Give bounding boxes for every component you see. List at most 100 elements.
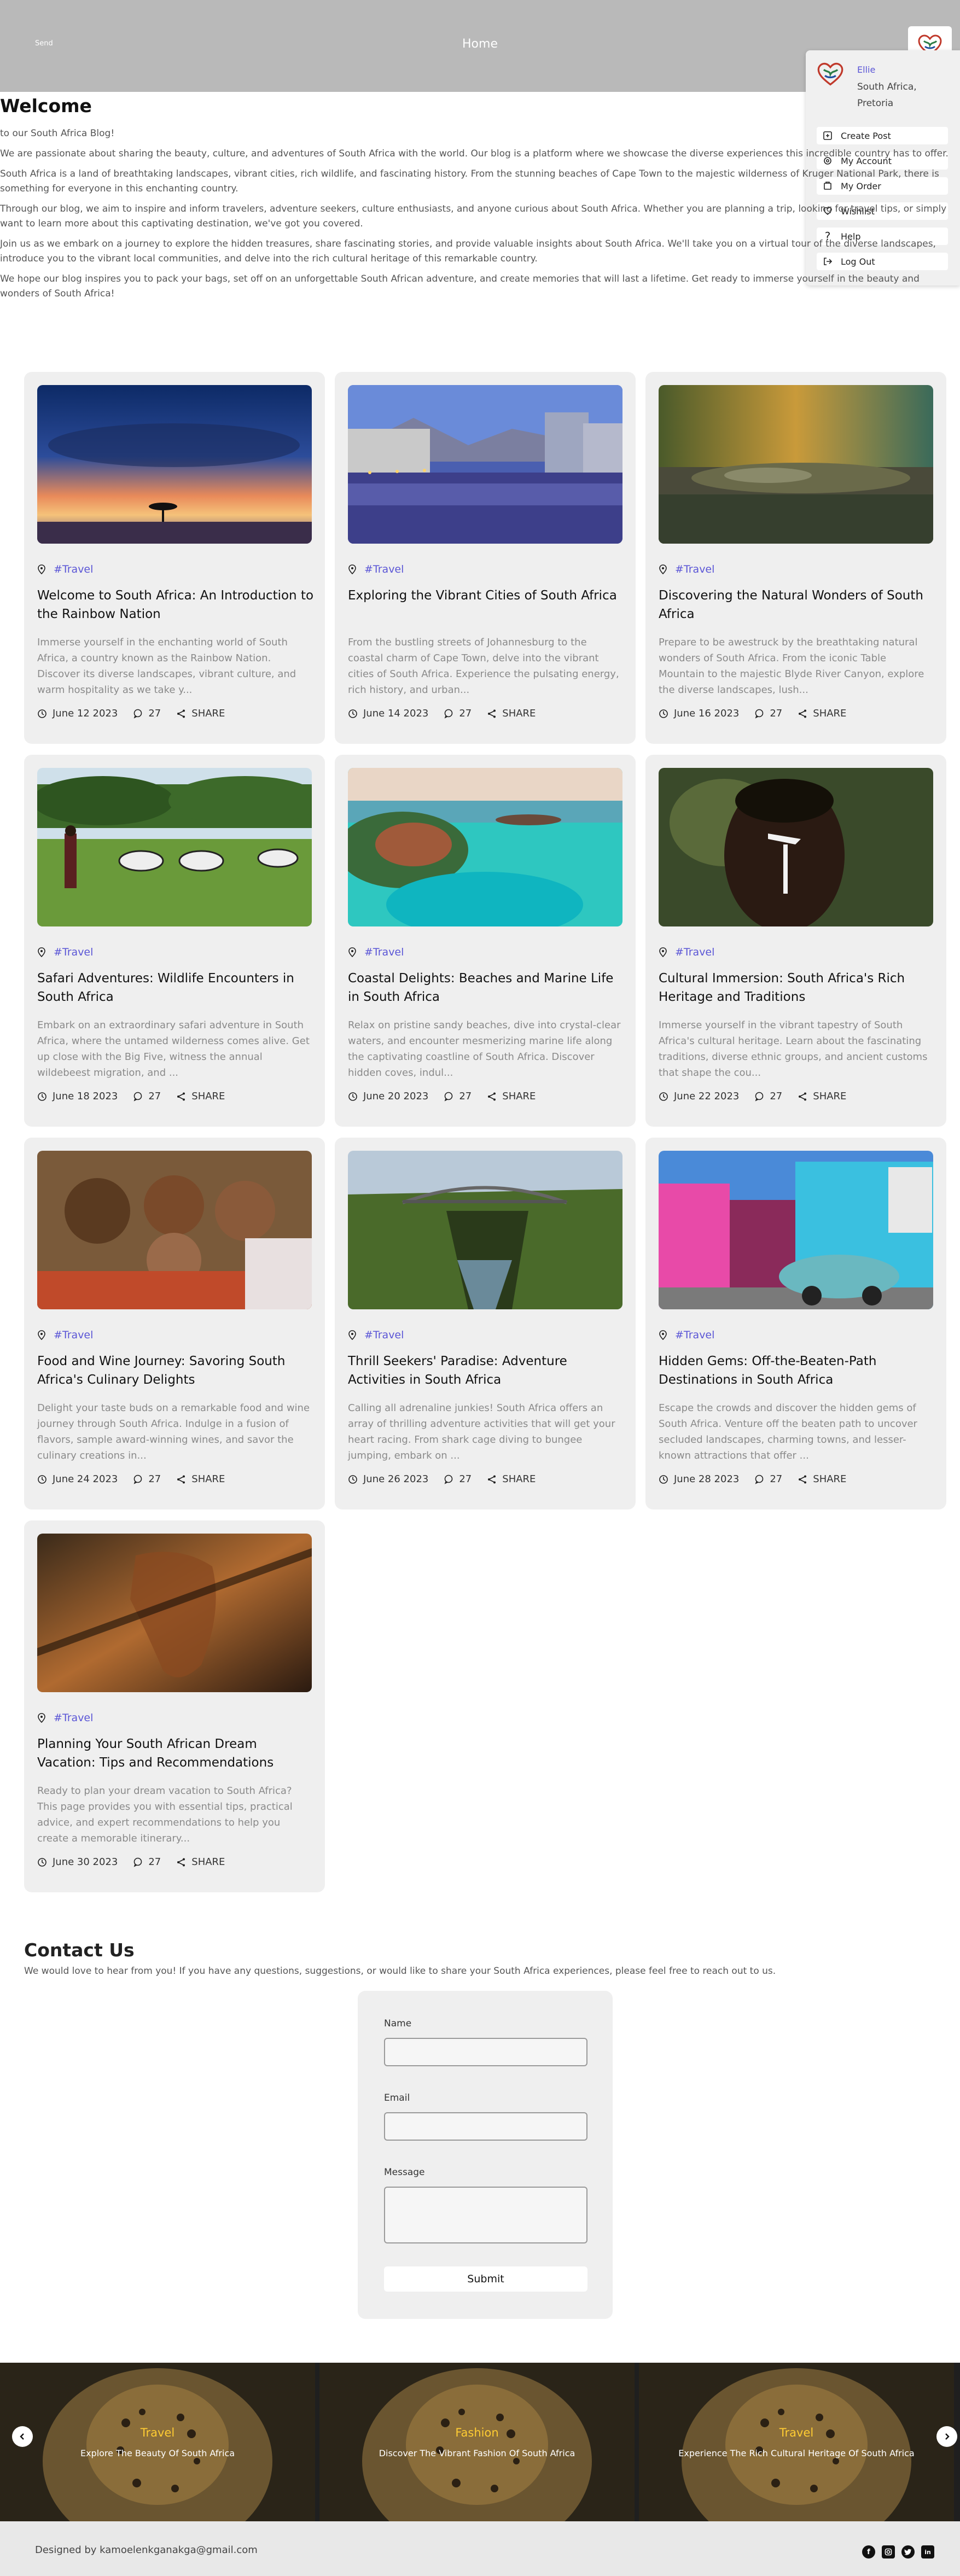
post-image[interactable]	[348, 768, 622, 926]
blog-post-card[interactable]: #Travel Welcome to South Africa: An Intro…	[24, 372, 325, 744]
share-icon[interactable]	[798, 1475, 807, 1484]
post-share-label[interactable]: SHARE	[813, 1473, 846, 1485]
email-field[interactable]	[384, 2112, 587, 2141]
post-comment-count: 27	[770, 708, 783, 719]
blog-post-card[interactable]: #Travel Safari Adventures: Wildlife Encou…	[24, 755, 325, 1127]
facebook-icon[interactable]: f	[862, 2545, 875, 2558]
post-image[interactable]	[659, 768, 933, 926]
post-share-label[interactable]: SHARE	[191, 708, 225, 719]
post-title[interactable]: Discovering the Natural Wonders of South…	[659, 586, 938, 623]
post-title[interactable]: Safari Adventures: Wildlife Encounters i…	[37, 969, 316, 1006]
post-title[interactable]: Coastal Delights: Beaches and Marine Lif…	[348, 969, 627, 1006]
post-tag[interactable]: #Travel	[348, 946, 404, 958]
post-tag[interactable]: #Travel	[37, 946, 93, 958]
post-tag[interactable]: #Travel	[659, 946, 714, 958]
instagram-icon[interactable]	[882, 2545, 895, 2558]
post-meta: June 30 2023 27 SHARE	[37, 1856, 225, 1868]
blog-post-card[interactable]: #Travel Thrill Seekers' Paradise: Adventu…	[335, 1138, 636, 1510]
blog-post-card[interactable]: #Travel Cultural Immersion: South Africa'…	[645, 755, 946, 1127]
post-excerpt: Prepare to be awestruck by the breathtak…	[659, 637, 924, 696]
carousel-slide[interactable]: Travel Explore The Beauty Of South Afric…	[0, 2363, 315, 2521]
comment-icon[interactable]	[444, 1092, 453, 1101]
post-tag[interactable]: #Travel	[37, 1712, 93, 1724]
name-field[interactable]	[384, 2038, 587, 2066]
post-title[interactable]: Exploring the Vibrant Cities of South Af…	[348, 586, 627, 605]
carousel-slide[interactable]: Travel Experience The Rich Cultural Heri…	[639, 2363, 954, 2521]
post-title[interactable]: Cultural Immersion: South Africa's Rich …	[659, 969, 938, 1006]
comment-icon[interactable]	[754, 1092, 764, 1101]
share-icon[interactable]	[176, 709, 186, 719]
social-links: f in	[862, 2545, 934, 2558]
post-title[interactable]: Thrill Seekers' Paradise: Adventure Acti…	[348, 1352, 627, 1389]
comment-icon[interactable]	[444, 709, 453, 719]
post-image[interactable]	[37, 1534, 312, 1692]
contact-subtitle: We would love to hear from you! If you h…	[24, 1966, 776, 1977]
post-tag[interactable]: #Travel	[348, 1329, 404, 1341]
tag-icon	[37, 1713, 46, 1723]
post-excerpt: Escape the crowds and discover the hidde…	[659, 1402, 917, 1461]
comment-icon[interactable]	[754, 709, 764, 719]
post-tag[interactable]: #Travel	[37, 1329, 93, 1341]
submit-button[interactable]: Submit	[384, 2266, 587, 2292]
post-title[interactable]: Planning Your South African Dream Vacati…	[37, 1735, 316, 1772]
blog-post-card[interactable]: #Travel Hidden Gems: Off-the-Beaten-Path …	[645, 1138, 946, 1510]
carousel-prev-button[interactable]	[12, 2426, 33, 2447]
post-tag[interactable]: #Travel	[348, 563, 404, 575]
carousel-slide[interactable]: Fashion Discover The Vibrant Fashion Of …	[319, 2363, 635, 2521]
carousel-slide-description: Discover The Vibrant Fashion Of South Af…	[379, 2448, 575, 2458]
blog-post-card[interactable]: #Travel Coastal Delights: Beaches and Mar…	[335, 755, 636, 1127]
post-share-label[interactable]: SHARE	[502, 1091, 536, 1102]
blog-post-card[interactable]: #Travel Food and Wine Journey: Savoring S…	[24, 1138, 325, 1510]
share-icon[interactable]	[798, 709, 807, 719]
dropdown-avatar-icon	[817, 62, 843, 86]
share-icon[interactable]	[176, 1475, 186, 1484]
twitter-icon[interactable]	[901, 2545, 915, 2558]
tag-icon	[37, 947, 46, 957]
blog-post-card[interactable]: #Travel Planning Your South African Dream…	[24, 1520, 325, 1892]
share-icon[interactable]	[487, 1092, 497, 1101]
message-field[interactable]	[384, 2187, 587, 2243]
post-share-label[interactable]: SHARE	[502, 708, 536, 719]
post-image[interactable]	[348, 385, 622, 544]
post-image[interactable]	[37, 1151, 312, 1309]
post-image[interactable]	[659, 385, 933, 544]
blog-post-card[interactable]: #Travel Discovering the Natural Wonders o…	[645, 372, 946, 744]
post-tag[interactable]: #Travel	[659, 563, 714, 575]
post-comment-count: 27	[148, 1473, 161, 1485]
post-image[interactable]	[659, 1151, 933, 1309]
nav-home-link[interactable]: Home	[0, 37, 960, 51]
post-share-label[interactable]: SHARE	[813, 708, 846, 719]
post-title[interactable]: Hidden Gems: Off-the-Beaten-Path Destina…	[659, 1352, 938, 1389]
post-tag[interactable]: #Travel	[659, 1329, 714, 1341]
post-image[interactable]	[37, 385, 312, 544]
comment-icon[interactable]	[754, 1475, 764, 1484]
post-image[interactable]	[37, 768, 312, 926]
post-share-label[interactable]: SHARE	[191, 1856, 225, 1868]
post-comment-count: 27	[459, 708, 472, 719]
post-image[interactable]	[348, 1151, 622, 1309]
post-date: June 30 2023	[53, 1856, 118, 1868]
comment-icon[interactable]	[133, 709, 143, 719]
comment-icon[interactable]	[133, 1475, 143, 1484]
share-icon[interactable]	[487, 1475, 497, 1484]
post-share-label[interactable]: SHARE	[191, 1091, 225, 1102]
post-share-label[interactable]: SHARE	[813, 1091, 846, 1102]
share-icon[interactable]	[487, 709, 497, 719]
blog-post-card[interactable]: #Travel Exploring the Vibrant Cities of S…	[335, 372, 636, 744]
share-icon[interactable]	[176, 1092, 186, 1101]
linkedin-icon[interactable]: in	[921, 2545, 934, 2558]
post-title[interactable]: Welcome to South Africa: An Introduction…	[37, 586, 316, 623]
post-tag[interactable]: #Travel	[37, 563, 93, 575]
post-share-label[interactable]: SHARE	[502, 1473, 536, 1485]
share-icon[interactable]	[798, 1092, 807, 1101]
tag-icon	[37, 564, 46, 574]
share-icon[interactable]	[176, 1857, 186, 1867]
carousel-slide-description: Experience The Rich Cultural Heritage Of…	[678, 2448, 915, 2458]
carousel-next-button[interactable]	[936, 2426, 957, 2447]
comment-icon[interactable]	[133, 1092, 143, 1101]
contact-form: Name Email Message Submit	[358, 1991, 613, 2319]
post-share-label[interactable]: SHARE	[191, 1473, 225, 1485]
comment-icon[interactable]	[444, 1475, 453, 1484]
comment-icon[interactable]	[133, 1857, 143, 1867]
post-title[interactable]: Food and Wine Journey: Savoring South Af…	[37, 1352, 316, 1389]
